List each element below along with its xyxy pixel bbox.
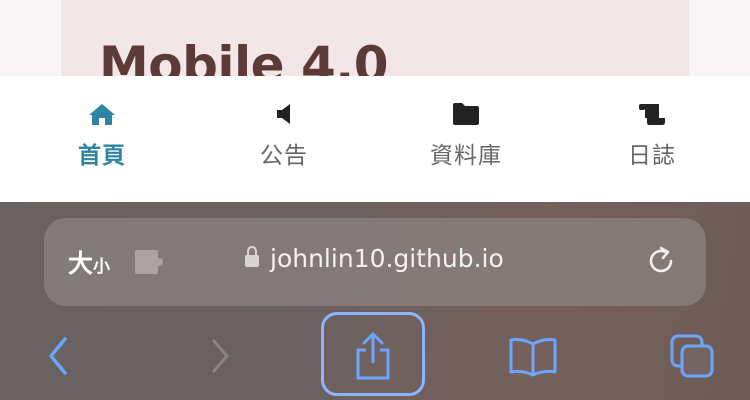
tab-label: 資料庫 xyxy=(430,143,502,169)
tabs-icon[interactable] xyxy=(664,326,720,386)
tab-label: 公告 xyxy=(260,143,308,169)
bookmarks-icon[interactable] xyxy=(505,326,561,386)
home-icon xyxy=(87,102,117,126)
forward-icon[interactable] xyxy=(200,326,240,386)
text-size-large: 大 xyxy=(68,249,94,278)
tab-label: 首頁 xyxy=(78,143,126,169)
megaphone-icon xyxy=(273,102,295,126)
tab-home[interactable]: 首頁 xyxy=(0,76,204,202)
address-bar[interactable]: 大小 johnlin10.github.io xyxy=(44,218,706,306)
share-icon[interactable] xyxy=(345,326,401,386)
lock-icon xyxy=(244,245,260,272)
url-field[interactable]: johnlin10.github.io xyxy=(244,244,504,273)
extension-puzzle-icon[interactable] xyxy=(132,248,166,280)
url-text: johnlin10.github.io xyxy=(270,244,504,273)
tab-logs[interactable]: 日誌 xyxy=(568,76,736,202)
text-size-small: 小 xyxy=(93,257,111,277)
tab-database[interactable]: 資料庫 xyxy=(364,76,568,202)
text-size-button[interactable]: 大小 xyxy=(68,244,110,280)
web-content: Mobile 4.0 首頁 公告 資料庫 日誌 xyxy=(0,0,750,202)
tab-label: 日誌 xyxy=(628,143,676,169)
reload-icon[interactable] xyxy=(644,244,678,282)
folder-icon xyxy=(452,102,480,126)
safari-bottom-bar: 大小 johnlin10.github.io xyxy=(0,202,750,400)
bottom-tab-bar: 首頁 公告 資料庫 日誌 xyxy=(0,76,750,202)
back-icon[interactable] xyxy=(38,326,78,386)
tab-announcements[interactable]: 公告 xyxy=(204,76,364,202)
scroll-icon xyxy=(637,102,667,126)
